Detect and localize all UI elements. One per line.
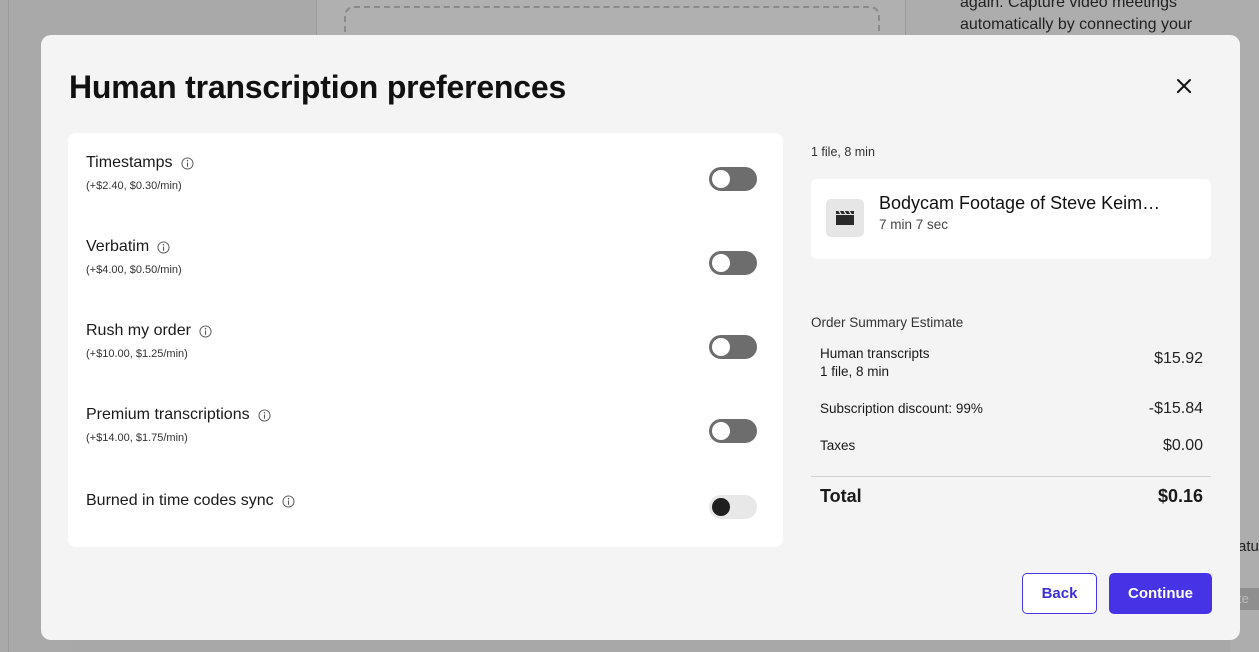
option-label: Burned in time codes sync — [86, 492, 274, 509]
info-icon[interactable] — [199, 324, 212, 338]
back-button[interactable]: Back — [1022, 573, 1097, 614]
rush-order-toggle[interactable] — [709, 335, 757, 359]
burned-in-time-codes-toggle[interactable] — [709, 495, 757, 519]
close-button[interactable] — [1169, 71, 1199, 101]
file-count-label: 1 file, 8 min — [811, 145, 875, 159]
file-name: Bodycam Footage of Steve Keim… — [879, 193, 1161, 213]
option-price: (+$2.40, $0.30/min) — [86, 180, 182, 192]
option-rush-order: Rush my order (+$10.00, $1.25/min) — [86, 321, 212, 360]
options-card: Timestamps (+$2.40, $0.30/min) Verbatim … — [68, 133, 783, 547]
summary-row-label: Human transcripts — [820, 346, 930, 361]
option-price: (+$14.00, $1.75/min) — [86, 432, 188, 444]
option-timestamps: Timestamps (+$2.40, $0.30/min) — [86, 153, 194, 192]
option-label: Verbatim — [86, 238, 150, 255]
summary-row-taxes: Taxes $0.00 — [820, 437, 1203, 454]
toggle-knob — [712, 422, 730, 440]
order-summary-heading: Order Summary Estimate — [811, 315, 964, 330]
option-label: Premium transcriptions — [86, 406, 250, 423]
toggle-knob — [712, 170, 730, 188]
file-icon-box — [826, 199, 864, 237]
toggle-knob — [712, 254, 730, 272]
summary-row-label: Taxes — [820, 438, 856, 453]
option-label: Rush my order — [86, 322, 191, 339]
summary-row-amount: $0.00 — [1162, 437, 1203, 454]
summary-row-sub: 1 file, 8 min — [820, 364, 890, 379]
background-fragment: atu — [1238, 538, 1259, 555]
background-promo-text: again. Capture video meetings automatica… — [960, 0, 1193, 33]
continue-button[interactable]: Continue — [1109, 573, 1212, 614]
toggle-knob — [712, 338, 730, 356]
transcription-preferences-modal: Human transcription preferences Timestam… — [41, 35, 1240, 640]
option-price: (+$4.00, $0.50/min) — [86, 264, 182, 276]
file-card: Bodycam Footage of Steve Keim… 7 min 7 s… — [811, 179, 1211, 259]
background-bottom-bar — [70, 640, 1230, 652]
file-duration: 7 min 7 sec — [879, 217, 949, 232]
option-verbatim: Verbatim (+$4.00, $0.50/min) — [86, 237, 182, 276]
toggle-knob — [712, 498, 730, 516]
option-label: Timestamps — [86, 154, 173, 171]
info-icon[interactable] — [258, 408, 271, 422]
option-premium-transcriptions: Premium transcriptions (+$14.00, $1.75/m… — [86, 405, 271, 444]
option-price: (+$10.00, $1.25/min) — [86, 348, 188, 360]
summary-total-row: Total $0.16 — [820, 486, 1203, 507]
timestamps-toggle[interactable] — [709, 167, 757, 191]
verbatim-toggle[interactable] — [709, 251, 757, 275]
summary-row-amount: -$15.84 — [1148, 400, 1203, 417]
summary-row-amount: $15.92 — [1154, 350, 1203, 367]
summary-row-label: Subscription discount: 99% — [820, 401, 983, 416]
summary-divider — [811, 476, 1211, 477]
summary-row-human-transcripts: Human transcripts 1 file, 8 min $15.92 — [820, 346, 1203, 379]
summary-row-discount: Subscription discount: 99% -$15.84 — [820, 400, 1203, 417]
info-icon[interactable] — [282, 494, 295, 508]
background-divider — [8, 0, 9, 652]
info-icon[interactable] — [180, 156, 194, 170]
total-label: Total — [820, 486, 862, 506]
info-icon[interactable] — [157, 240, 170, 254]
clapperboard-icon — [836, 210, 854, 225]
option-burned-in-time-codes: Burned in time codes sync — [86, 491, 295, 511]
total-amount: $0.16 — [1157, 486, 1203, 506]
premium-transcriptions-toggle[interactable] — [709, 419, 757, 443]
modal-title: Human transcription preferences — [69, 69, 567, 105]
close-icon — [1177, 79, 1191, 93]
